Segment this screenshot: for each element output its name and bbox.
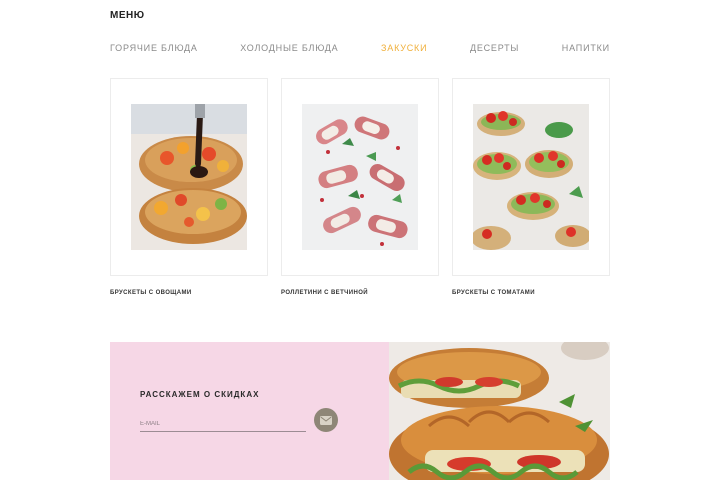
subscribe-form: РАССКАЖЕМ О СКИДКАХ xyxy=(110,342,389,480)
tab-drinks[interactable]: НАПИТКИ xyxy=(562,43,610,53)
menu-title: МЕНЮ xyxy=(110,10,145,21)
tab-cold-dishes[interactable]: ХОЛОДНЫЕ БЛЮДА xyxy=(240,43,338,53)
discount-subscribe-banner: РАССКАЖЕМ О СКИДКАХ xyxy=(110,342,610,480)
product-caption[interactable]: БРУСКЕТЫ С ТОМАТАМИ xyxy=(452,290,610,296)
subscribe-submit-button[interactable] xyxy=(314,408,338,432)
product-image-frame[interactable] xyxy=(452,78,610,276)
envelope-icon xyxy=(320,415,332,425)
product-caption[interactable]: БРУСКЕТЫ С ОВОЩАМИ xyxy=(110,290,268,296)
product-grid: БРУСКЕТЫ С ОВОЩАМИ РОЛЛЕТИНИ С ВЕТЧИНОЙ … xyxy=(110,78,610,296)
product-card[interactable]: БРУСКЕТЫ С ОВОЩАМИ xyxy=(110,78,268,296)
tab-hot-dishes[interactable]: ГОРЯЧИЕ БЛЮДА xyxy=(110,43,198,53)
product-photo[interactable] xyxy=(473,104,589,250)
bruschetta-vegetables-image xyxy=(131,104,247,250)
email-field[interactable] xyxy=(140,416,306,432)
tab-appetizers[interactable]: ЗАКУСКИ xyxy=(381,43,427,53)
croissant-photo xyxy=(389,342,610,480)
product-photo[interactable] xyxy=(302,104,418,250)
product-card[interactable]: БРУСКЕТЫ С ТОМАТАМИ xyxy=(452,78,610,296)
ham-rolls-image xyxy=(302,104,418,250)
product-card[interactable]: РОЛЛЕТИНИ С ВЕТЧИНОЙ xyxy=(281,78,439,296)
product-image-frame[interactable] xyxy=(110,78,268,276)
bruschetta-tomatoes-image xyxy=(473,104,589,250)
tab-desserts[interactable]: ДЕСЕРТЫ xyxy=(470,43,519,53)
croissant-sandwich-image xyxy=(389,342,610,480)
product-photo[interactable] xyxy=(131,104,247,250)
subscribe-heading: РАССКАЖЕМ О СКИДКАХ xyxy=(140,390,260,399)
product-image-frame[interactable] xyxy=(281,78,439,276)
category-tabs: ГОРЯЧИЕ БЛЮДА ХОЛОДНЫЕ БЛЮДА ЗАКУСКИ ДЕС… xyxy=(110,43,610,53)
product-caption[interactable]: РОЛЛЕТИНИ С ВЕТЧИНОЙ xyxy=(281,290,439,296)
